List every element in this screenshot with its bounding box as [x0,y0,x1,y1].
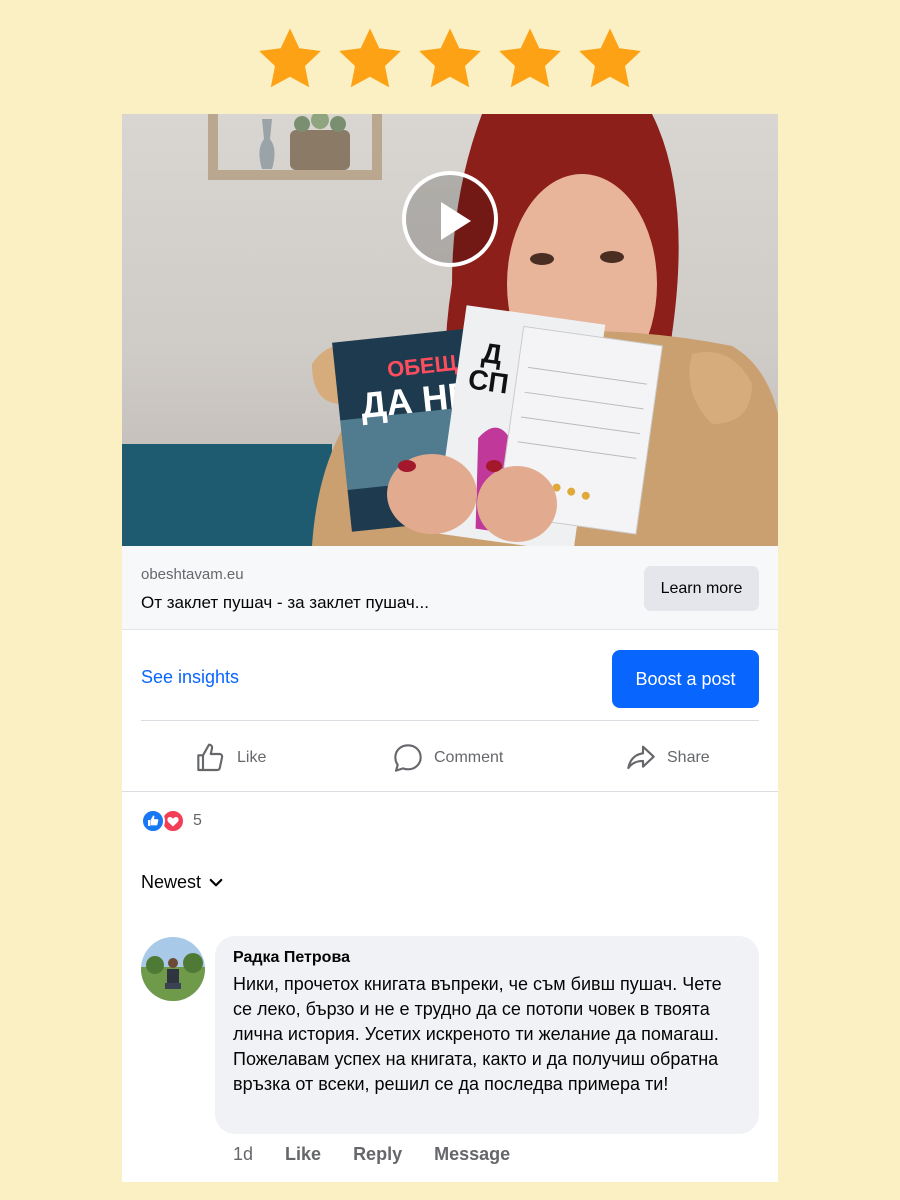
star-icon [339,28,401,88]
comment-time[interactable]: 1d [233,1144,253,1165]
star-icon [259,28,321,88]
divider [141,720,759,721]
share-icon [627,745,655,770]
see-insights-link[interactable]: See insights [141,667,239,688]
sort-label: Newest [141,872,202,892]
comment-text: Ники, прочетох книгата въпреки, че съм б… [233,974,722,1094]
like-label: Like [237,749,267,766]
comment-icon [394,744,422,772]
link-domain: obeshtavam.eu [141,566,244,583]
reaction-summary[interactable]: 5 [141,808,202,834]
link-preview[interactable]: obeshtavam.eu От заклет пушач - за закле… [122,546,778,630]
comment-bubble: Радка Петрова Ники, прочетох книгата въп… [215,936,759,1134]
comment-message-button[interactable]: Message [434,1144,510,1165]
facebook-post-card: ОБЕЩ ДА НЕ Д СП obeshtavam.eu От заклет … [122,114,778,1182]
divider [122,791,778,792]
comment-author[interactable]: Радка Петрова [233,947,741,969]
comment-like-button[interactable]: Like [285,1144,321,1165]
star-icon [579,28,641,88]
star-icon [499,28,561,88]
thumbs-up-icon [197,743,224,772]
comment-button[interactable]: Comment [392,738,503,778]
like-button[interactable]: Like [195,738,266,778]
avatar[interactable] [141,937,205,1001]
comment-sort-dropdown[interactable]: Newest [141,872,225,893]
comment-actions: 1d Like Reply Message [233,1144,542,1165]
star-rating [0,24,900,96]
video-player[interactable]: ОБЕЩ ДА НЕ Д СП [122,114,778,546]
share-button[interactable]: Share [625,738,710,778]
like-reaction-icon [141,809,165,833]
learn-more-button[interactable]: Learn more [644,566,759,611]
star-icon [419,28,481,88]
comment-label: Comment [434,749,504,766]
chevron-down-icon [209,878,223,886]
book-cover-text: СП [466,363,510,399]
share-label: Share [667,749,710,766]
boost-post-button[interactable]: Boost a post [612,650,759,708]
comment-reply-button[interactable]: Reply [353,1144,402,1165]
play-icon[interactable] [402,171,498,267]
link-title[interactable]: От заклет пушач - за заклет пушач... [141,593,429,613]
reaction-count: 5 [193,812,202,829]
